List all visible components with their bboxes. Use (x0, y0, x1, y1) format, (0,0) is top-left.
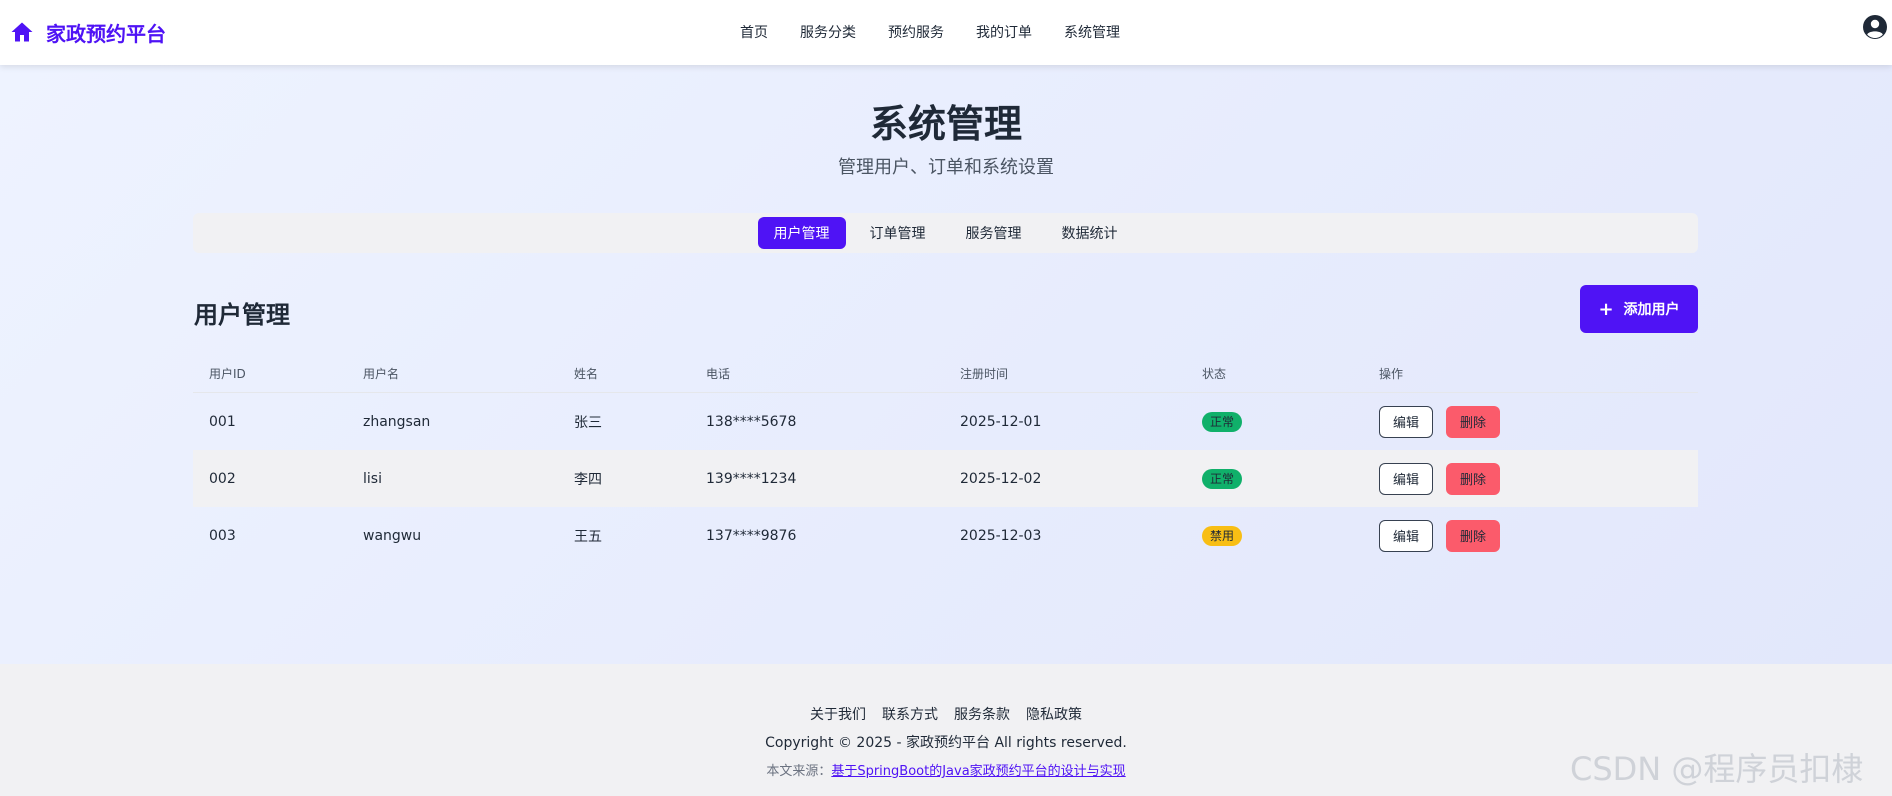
cell-status: 正常 (1202, 393, 1243, 450)
page-title: 系统管理 (869, 102, 1022, 146)
cell-user-id: 001 (209, 413, 236, 430)
status-badge: 正常 (1202, 468, 1243, 489)
nav-service-categories[interactable]: 服务分类 (800, 22, 856, 42)
main-content: 系统管理 管理用户、订单和系统设置 用户管理 订单管理 服务管理 数据统计 用户… (0, 65, 1892, 664)
nav-system-admin[interactable]: 系统管理 (1064, 22, 1120, 42)
tab-service-management[interactable]: 服务管理 (950, 217, 1038, 249)
cell-actions: 编辑 删除 (1379, 507, 1500, 564)
source-prefix: 本文来源： (766, 764, 832, 779)
table-row: 002 lisi 李四 139****1234 2025-12-02 正常 编辑… (193, 450, 1698, 507)
column-header-status: 状态 (1202, 367, 1227, 381)
column-header-actions: 操作 (1379, 367, 1404, 381)
column-header-user-id: 用户ID (209, 367, 246, 381)
tab-data-statistics[interactable]: 数据统计 (1046, 217, 1134, 249)
tab-user-management[interactable]: 用户管理 (757, 217, 846, 249)
edit-button[interactable]: 编辑 (1379, 462, 1433, 495)
nav-my-orders[interactable]: 我的订单 (976, 22, 1032, 42)
cell-username: zhangsan (363, 413, 431, 430)
source-link[interactable]: 基于SpringBoot的Java家政预约平台的设计与实现 (831, 764, 1125, 779)
cell-name: 张三 (574, 414, 602, 431)
cell-actions: 编辑 删除 (1379, 450, 1500, 507)
add-user-button[interactable]: + 添加用户 (1580, 285, 1698, 333)
cell-phone: 138****5678 (706, 413, 797, 430)
admin-tabbar: 用户管理 订单管理 服务管理 数据统计 (193, 213, 1698, 253)
cell-phone: 139****1234 (706, 470, 797, 487)
brand-name: 家政预约平台 (46, 21, 166, 46)
footer-links: 关于我们 联系方式 服务条款 隐私政策 (0, 704, 1892, 724)
cell-registered: 2025-12-01 (960, 413, 1042, 430)
brand-logo-link[interactable]: 家政预约平台 (10, 16, 166, 48)
page-subtitle: 管理用户、订单和系统设置 (838, 157, 1054, 178)
cell-name: 王五 (574, 528, 602, 545)
cell-user-id: 002 (209, 470, 236, 487)
table-row: 001 zhangsan 张三 138****5678 2025-12-01 正… (193, 393, 1698, 450)
footer-link-terms[interactable]: 服务条款 (954, 704, 1010, 724)
delete-button[interactable]: 删除 (1446, 519, 1500, 552)
column-header-phone: 电话 (706, 367, 731, 381)
status-badge: 禁用 (1202, 525, 1243, 546)
cell-username: lisi (363, 470, 382, 487)
table-row: 003 wangwu 王五 137****9876 2025-12-03 禁用 … (193, 507, 1698, 564)
cell-registered: 2025-12-02 (960, 470, 1042, 487)
cell-phone: 137****9876 (706, 527, 797, 544)
delete-button[interactable]: 删除 (1446, 405, 1500, 438)
table-header-row: 用户ID 用户名 姓名 电话 注册时间 状态 操作 (193, 355, 1698, 393)
cell-status: 禁用 (1202, 507, 1243, 564)
top-navbar: 家政预约平台 首页 服务分类 预约服务 我的订单 系统管理 (0, 0, 1892, 65)
cell-status: 正常 (1202, 450, 1243, 507)
footer-link-contact[interactable]: 联系方式 (882, 704, 938, 724)
cell-username: wangwu (363, 527, 422, 544)
cell-actions: 编辑 删除 (1379, 393, 1500, 450)
watermark: CSDN @程序员扣棣 (1570, 750, 1864, 788)
user-avatar-icon[interactable] (1862, 14, 1888, 40)
plus-icon: + (1598, 298, 1614, 320)
cell-registered: 2025-12-03 (960, 527, 1042, 544)
tab-order-management[interactable]: 订单管理 (854, 217, 942, 249)
footer-link-about[interactable]: 关于我们 (810, 704, 866, 724)
edit-button[interactable]: 编辑 (1379, 405, 1433, 438)
column-header-username: 用户名 (363, 367, 400, 381)
status-badge: 正常 (1202, 411, 1243, 432)
column-header-name: 姓名 (574, 367, 599, 381)
nav-home[interactable]: 首页 (740, 22, 768, 42)
page-footer: 关于我们 联系方式 服务条款 隐私政策 Copyright © 2025 - 家… (0, 664, 1892, 796)
footer-link-privacy[interactable]: 隐私政策 (1026, 704, 1082, 724)
edit-button[interactable]: 编辑 (1379, 519, 1433, 552)
cell-user-id: 003 (209, 527, 236, 544)
nav-book-service[interactable]: 预约服务 (888, 22, 944, 42)
home-icon (11, 22, 33, 42)
add-user-label: 添加用户 (1623, 302, 1680, 318)
cell-name: 李四 (574, 471, 602, 488)
delete-button[interactable]: 删除 (1446, 462, 1500, 495)
column-header-registered: 注册时间 (960, 367, 1009, 381)
user-table: 用户ID 用户名 姓名 电话 注册时间 状态 操作 001 zhangsan 张… (193, 355, 1698, 564)
section-title: 用户管理 (194, 301, 290, 329)
main-nav: 首页 服务分类 预约服务 我的订单 系统管理 (740, 20, 1120, 44)
